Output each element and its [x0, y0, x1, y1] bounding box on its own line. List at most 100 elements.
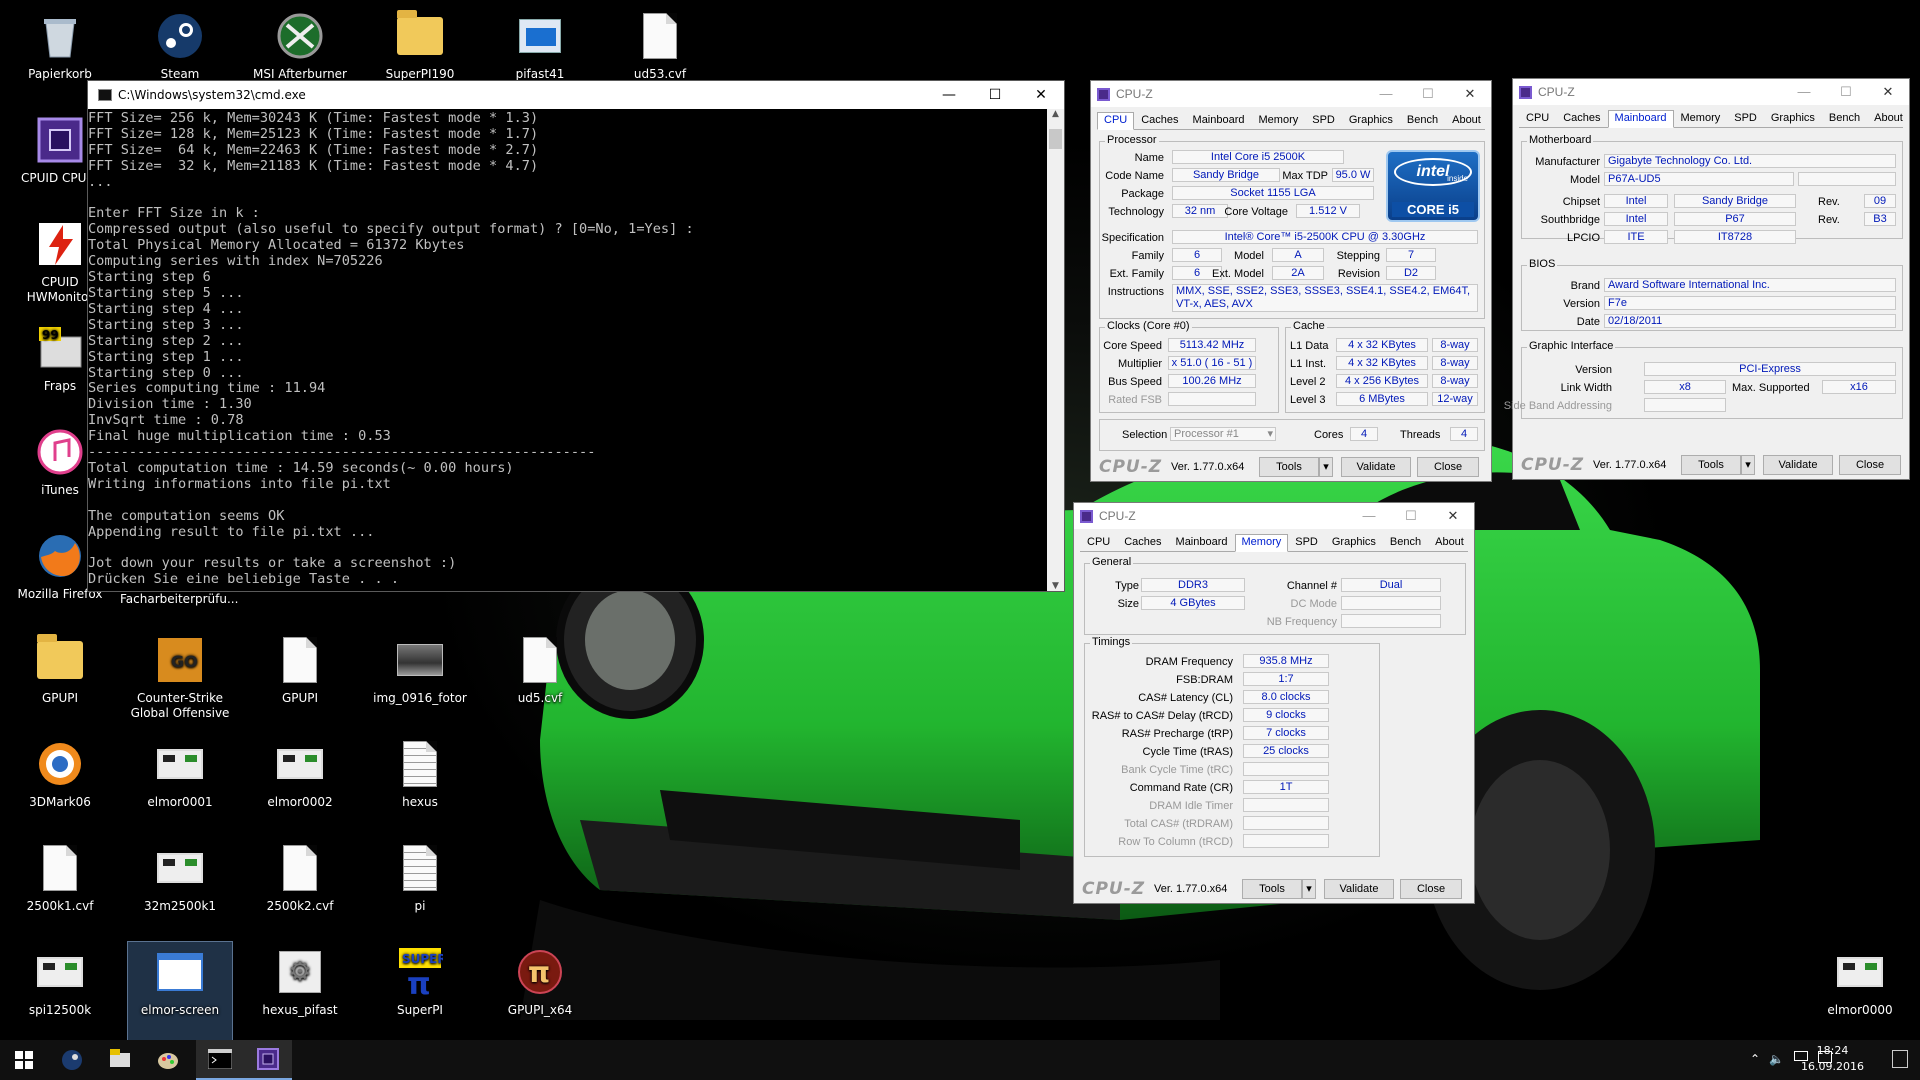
- desktop-icon-gpupi[interactable]: GPUPI: [248, 630, 352, 728]
- tab-spd[interactable]: SPD: [1288, 534, 1325, 552]
- tab-about[interactable]: About: [1428, 534, 1471, 552]
- tab-bench[interactable]: Bench: [1400, 112, 1445, 130]
- desktop-icon-elmor0001[interactable]: elmor0001: [128, 734, 232, 832]
- tab-bench[interactable]: Bench: [1383, 534, 1428, 552]
- minimize-icon[interactable]: —: [1783, 79, 1825, 105]
- desktop-icon-hexus[interactable]: hexus: [368, 734, 472, 832]
- minimize-icon[interactable]: —: [926, 81, 972, 109]
- maximize-icon[interactable]: ☐: [1407, 81, 1449, 107]
- close-button[interactable]: Close: [1400, 879, 1462, 899]
- desktop-icon-elmor0000[interactable]: elmor0000: [1808, 942, 1912, 1040]
- southbridge-rev-label: Rev.: [1818, 214, 1840, 226]
- desktop-icon-spi12500k[interactable]: spi12500k: [8, 942, 112, 1040]
- desktop-icon-img-0916-fotor[interactable]: img_0916_fotor: [368, 630, 472, 728]
- tab-cpu[interactable]: CPU: [1080, 534, 1117, 552]
- cmd-line: FFT Size= 32 k, Mem=21183 K (Time: Faste…: [88, 157, 539, 174]
- cpuz-window-mainboard[interactable]: CPU-Z — ☐ ✕ CPU Caches Mainboard Memory SPD G…: [1504, 78, 1910, 480]
- close-icon[interactable]: ✕: [1432, 503, 1474, 529]
- tools-label: Tools: [1698, 459, 1724, 471]
- tools-dropdown-icon[interactable]: ▾: [1319, 457, 1333, 477]
- tab-mainboard[interactable]: Mainboard: [1607, 110, 1674, 128]
- tab-memory[interactable]: Memory: [1674, 110, 1728, 128]
- close-button[interactable]: Close: [1417, 457, 1479, 477]
- cmd-window[interactable]: C:\Windows\system32\cmd.exe — ☐ ✕ FFT Si…: [87, 80, 1065, 592]
- speaker-muted-icon[interactable]: 🔈: [1769, 1052, 1784, 1066]
- minimize-icon[interactable]: —: [1348, 503, 1390, 529]
- desktop-icon-counter-strike-global-offensive[interactable]: GO Counter-Strike Global Offensive: [128, 630, 232, 728]
- notifications-icon[interactable]: [1892, 1050, 1908, 1068]
- maximize-icon[interactable]: ☐: [972, 81, 1018, 109]
- tab-spd[interactable]: SPD: [1305, 112, 1342, 130]
- desktop-icon-ud5-cvf[interactable]: ud5.cvf: [488, 630, 592, 728]
- tab-mainboard[interactable]: Mainboard: [1186, 112, 1252, 130]
- taskbar-cpuz[interactable]: [244, 1040, 292, 1080]
- desktop-icon-elmor-screen[interactable]: elmor-screen: [127, 941, 233, 1041]
- desktop-icon-pi[interactable]: pi: [368, 838, 472, 936]
- tab-caches[interactable]: Caches: [1134, 112, 1185, 130]
- close-icon[interactable]: ✕: [1018, 81, 1064, 109]
- cmd-title-bar[interactable]: C:\Windows\system32\cmd.exe — ☐ ✕: [88, 81, 1064, 109]
- scroll-thumb[interactable]: [1049, 129, 1062, 149]
- taskbar-steam[interactable]: [48, 1040, 96, 1080]
- desktop-icon-hexus-pifast[interactable]: ⚙ hexus_pifast: [248, 942, 352, 1040]
- cmd-scrollbar[interactable]: ▲ ▼: [1047, 109, 1064, 591]
- validate-button[interactable]: Validate: [1763, 455, 1833, 475]
- desktop-icon-gpupi-x64[interactable]: π GPUPI_x64: [488, 942, 592, 1040]
- desktop-icon-2500k2-cvf[interactable]: 2500k2.cvf: [248, 838, 352, 936]
- processor-select[interactable]: Processor #1 ▾: [1170, 427, 1276, 441]
- desktop-icon-superpi[interactable]: SUPER π SuperPI: [368, 942, 472, 1040]
- clock[interactable]: 18:24 16.09.2016: [1801, 1043, 1864, 1075]
- scroll-down-icon[interactable]: ▼: [1047, 581, 1064, 591]
- tab-mainboard[interactable]: Mainboard: [1169, 534, 1235, 552]
- tools-dropdown-icon[interactable]: ▾: [1302, 879, 1316, 899]
- cpuz-footer-logo: CPU-Z: [1099, 457, 1163, 477]
- taskbar-paint[interactable]: [144, 1040, 192, 1080]
- firefox-icon: [34, 530, 86, 582]
- tab-graphics[interactable]: Graphics: [1342, 112, 1400, 130]
- tab-caches[interactable]: Caches: [1556, 110, 1607, 128]
- maximize-icon[interactable]: ☐: [1825, 79, 1867, 105]
- revision-value: D2: [1386, 266, 1436, 280]
- tab-cpu[interactable]: CPU: [1519, 110, 1556, 128]
- cpuz-title-bar[interactable]: CPU-Z — ☐ ✕: [1513, 79, 1909, 105]
- validate-button[interactable]: Validate: [1324, 879, 1394, 899]
- close-icon[interactable]: ✕: [1867, 79, 1909, 105]
- start-button[interactable]: [0, 1040, 48, 1080]
- tab-bench[interactable]: Bench: [1822, 110, 1867, 128]
- tab-cpu[interactable]: CPU: [1097, 112, 1135, 130]
- tab-about[interactable]: About: [1445, 112, 1488, 130]
- cpuz-title-bar[interactable]: CPU-Z — ☐ ✕: [1091, 81, 1491, 107]
- desktop-icon-gpupi[interactable]: GPUPI: [8, 630, 112, 728]
- svg-text:GO: GO: [171, 652, 198, 671]
- cpuz-title-bar[interactable]: CPU-Z — ☐ ✕: [1074, 503, 1474, 529]
- cpuz-window-cpu[interactable]: CPU-Z — ☐ ✕ CPU Caches Mainboard Memory SPD G…: [1090, 80, 1492, 482]
- close-button[interactable]: Close: [1839, 455, 1901, 475]
- desktop-icon-2500k1-cvf[interactable]: 2500k1.cvf: [8, 838, 112, 936]
- ext-family-label: Ext. Family: [1109, 268, 1164, 280]
- tools-button[interactable]: Tools: [1242, 879, 1302, 899]
- tab-graphics[interactable]: Graphics: [1764, 110, 1822, 128]
- desktop-icon-elmor0002[interactable]: elmor0002: [248, 734, 352, 832]
- maximize-icon[interactable]: ☐: [1390, 503, 1432, 529]
- minimize-icon[interactable]: —: [1365, 81, 1407, 107]
- close-icon[interactable]: ✕: [1449, 81, 1491, 107]
- tab-caches[interactable]: Caches: [1117, 534, 1168, 552]
- validate-button[interactable]: Validate: [1341, 457, 1411, 477]
- tab-graphics[interactable]: Graphics: [1325, 534, 1383, 552]
- tab-about[interactable]: About: [1867, 110, 1910, 128]
- cmd-output[interactable]: FFT Size= 256 k, Mem=30243 K (Time: Fast…: [88, 109, 1047, 591]
- chevron-up-icon[interactable]: ⌃: [1750, 1052, 1760, 1066]
- tools-button[interactable]: Tools: [1259, 457, 1319, 477]
- tools-dropdown-icon[interactable]: ▾: [1741, 455, 1755, 475]
- tab-memory[interactable]: Memory: [1252, 112, 1306, 130]
- taskbar-cmd[interactable]: [196, 1040, 244, 1080]
- desktop-icon-3dmark06[interactable]: 3DMark06: [8, 734, 112, 832]
- tab-spd[interactable]: SPD: [1727, 110, 1764, 128]
- tools-button[interactable]: Tools: [1681, 455, 1741, 475]
- timing-label: DRAM Idle Timer: [1149, 800, 1233, 812]
- tab-memory[interactable]: Memory: [1234, 534, 1289, 552]
- scroll-up-icon[interactable]: ▲: [1047, 109, 1064, 119]
- desktop-icon-32m2500k1[interactable]: 32m2500k1: [128, 838, 232, 936]
- cpuz-window-memory[interactable]: CPU-Z — ☐ ✕ CPU Caches Mainboard Memory SPD G…: [1073, 502, 1475, 904]
- taskbar-fraps[interactable]: [96, 1040, 144, 1080]
